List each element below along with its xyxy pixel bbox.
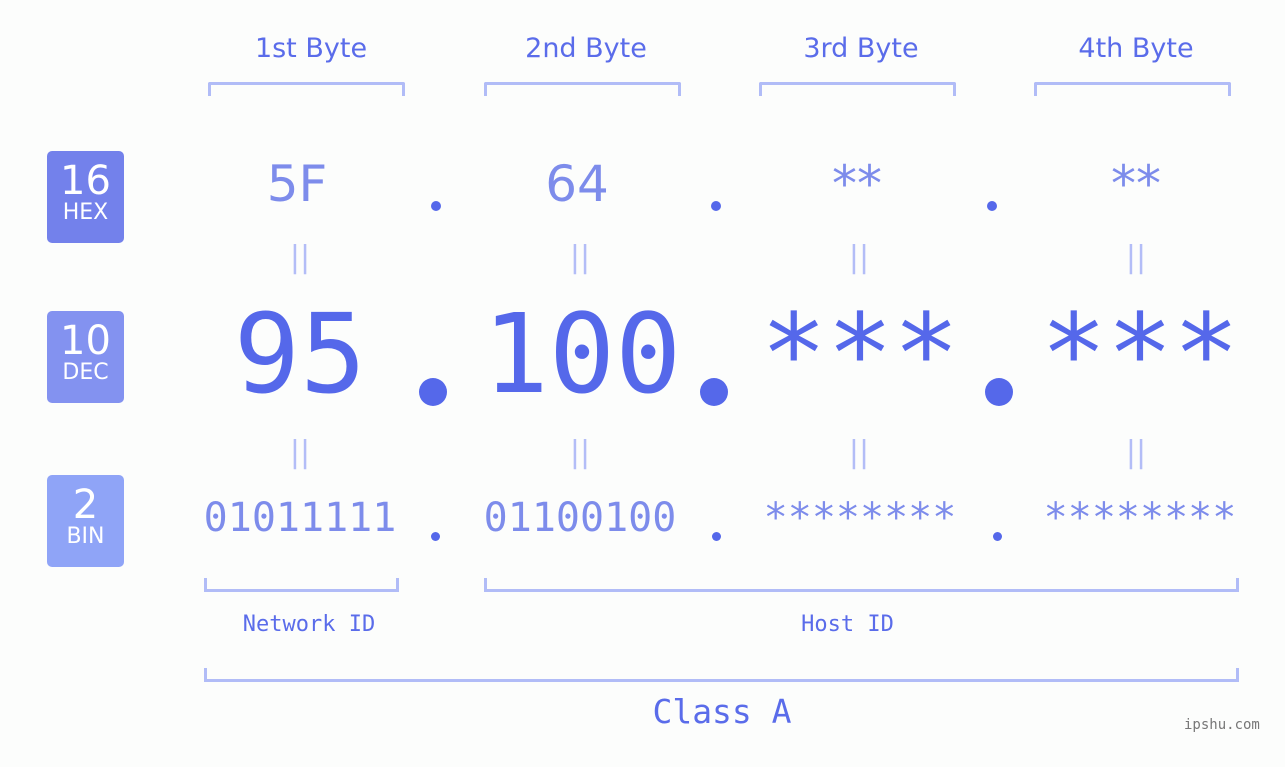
bin-value-1: 01011111 bbox=[203, 495, 397, 541]
equals-sign: || bbox=[848, 240, 870, 275]
byte-bracket-4 bbox=[1034, 82, 1231, 96]
dec-value-4: *** bbox=[1040, 290, 1240, 418]
dec-value-2: 100 bbox=[482, 290, 682, 418]
dec-separator-dot-2 bbox=[700, 378, 728, 406]
dec-badge-number: 10 bbox=[60, 318, 111, 364]
dec-value-1: 95 bbox=[233, 290, 367, 418]
equals-sign: || bbox=[569, 240, 591, 275]
hex-value-3: ** bbox=[832, 155, 882, 213]
host-id-label: Host ID bbox=[801, 612, 894, 637]
class-bracket bbox=[204, 668, 1239, 682]
equals-sign: || bbox=[289, 435, 311, 470]
bin-separator-dot-1 bbox=[431, 532, 440, 541]
bin-value-4: ******** bbox=[1043, 495, 1237, 541]
byte-label-2: 2nd Byte bbox=[525, 33, 647, 64]
bin-value-2: 01100100 bbox=[483, 495, 677, 541]
hex-value-1: 5F bbox=[266, 155, 328, 213]
bin-separator-dot-3 bbox=[993, 532, 1002, 541]
host-id-bracket bbox=[484, 578, 1239, 592]
dec-badge-label: DEC bbox=[62, 360, 109, 385]
hex-value-2: 64 bbox=[545, 155, 609, 213]
byte-label-3: 3rd Byte bbox=[803, 33, 919, 64]
hex-value-4: ** bbox=[1111, 155, 1161, 213]
byte-bracket-3 bbox=[759, 82, 956, 96]
dec-separator-dot-3 bbox=[985, 378, 1013, 406]
class-label: Class A bbox=[652, 692, 792, 731]
bin-badge: 2 BIN bbox=[47, 475, 124, 567]
bin-value-3: ******** bbox=[763, 495, 957, 541]
hex-badge: 16 HEX bbox=[47, 151, 124, 243]
equals-sign: || bbox=[1125, 240, 1147, 275]
dec-badge: 10 DEC bbox=[47, 311, 124, 403]
equals-sign: || bbox=[848, 435, 870, 470]
hex-separator-dot-3 bbox=[987, 201, 997, 211]
equals-sign: || bbox=[289, 240, 311, 275]
byte-bracket-1 bbox=[208, 82, 405, 96]
bin-badge-number: 2 bbox=[72, 482, 99, 528]
hex-badge-label: HEX bbox=[62, 200, 109, 225]
byte-label-4: 4th Byte bbox=[1078, 33, 1194, 64]
equals-sign: || bbox=[569, 435, 591, 470]
hex-badge-number: 16 bbox=[60, 158, 111, 204]
byte-bracket-2 bbox=[484, 82, 681, 96]
hex-separator-dot-1 bbox=[431, 201, 441, 211]
network-id-label: Network ID bbox=[242, 612, 376, 637]
bin-separator-dot-2 bbox=[712, 532, 721, 541]
byte-label-1: 1st Byte bbox=[254, 33, 368, 64]
hex-separator-dot-2 bbox=[711, 201, 721, 211]
network-id-bracket bbox=[204, 578, 399, 592]
equals-sign: || bbox=[1125, 435, 1147, 470]
brand-watermark: ipshu.com bbox=[1184, 717, 1260, 733]
bin-badge-label: BIN bbox=[66, 524, 105, 549]
dec-separator-dot-1 bbox=[419, 378, 447, 406]
dec-value-3: *** bbox=[760, 290, 960, 418]
